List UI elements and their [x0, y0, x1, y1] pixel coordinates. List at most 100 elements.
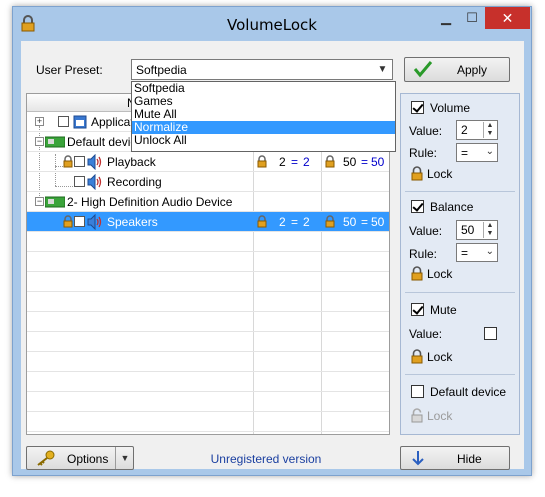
- hide-button[interactable]: Hide: [400, 446, 510, 470]
- lock-icon: [325, 215, 335, 228]
- speaker-icon: [87, 174, 102, 190]
- row-checkbox[interactable]: [74, 176, 85, 187]
- row-name: Playback: [107, 155, 156, 169]
- row-checkbox[interactable]: [74, 216, 85, 227]
- maximize-button[interactable]: ☐: [459, 7, 485, 29]
- balance-value-stepper[interactable]: 50 ▲ ▼: [456, 220, 498, 240]
- mute-lock-label: Lock: [427, 349, 453, 364]
- mute-lock-button[interactable]: Lock: [411, 349, 452, 364]
- table-row: [27, 332, 389, 352]
- application-icon: [73, 115, 87, 129]
- row-name: 2- High Definition Audio Device: [67, 195, 233, 209]
- chevron-down-icon[interactable]: ⌄: [486, 146, 494, 157]
- default-device-label: Default device: [430, 385, 507, 399]
- default-device-lock-button[interactable]: Lock: [411, 408, 452, 423]
- row-checkbox[interactable]: [58, 116, 69, 127]
- lock-icon: [325, 155, 335, 168]
- row-checkbox[interactable]: [74, 156, 85, 167]
- divider: [405, 292, 515, 293]
- spin-arrows-icon[interactable]: ▲ ▼: [483, 222, 496, 238]
- volume-checkbox[interactable]: [411, 101, 424, 114]
- lock-icon[interactable]: [63, 215, 73, 228]
- volume-value: 2: [279, 155, 286, 169]
- table-row: [27, 412, 389, 432]
- row-name: Recording: [107, 175, 162, 189]
- lock-icon: [411, 349, 423, 364]
- volume-lock-label: Lock: [427, 166, 453, 181]
- apply-button[interactable]: Apply: [404, 57, 510, 82]
- lock-icon: [411, 266, 423, 281]
- row-name: Default devic: [67, 135, 137, 149]
- chevron-down-icon[interactable]: ⌄: [486, 246, 494, 257]
- registration-status[interactable]: Unregistered version: [171, 452, 361, 466]
- unlock-icon: [411, 408, 423, 423]
- table-row: [27, 232, 389, 252]
- balance-value-label: Value:: [409, 224, 443, 238]
- balance-checkbox[interactable]: [411, 200, 424, 213]
- volume-value-stepper[interactable]: 2 ▲ ▼: [456, 120, 498, 140]
- hide-label: Hide: [457, 452, 482, 466]
- tree-row-recording[interactable]: Recording: [27, 172, 389, 192]
- volume-rule-label: Rule:: [409, 146, 438, 160]
- expand-icon[interactable]: +: [35, 117, 44, 126]
- sound-card-icon: [45, 136, 65, 148]
- default-device-checkbox[interactable]: [411, 385, 424, 398]
- row-name: Applicati: [91, 115, 137, 129]
- volume-rule-select[interactable]: = ⌄: [456, 143, 498, 162]
- tree-row-hd-audio-device[interactable]: − 2- High Definition Audio Device: [27, 192, 389, 212]
- user-preset-select[interactable]: Softpedia ▼: [131, 59, 393, 80]
- divider: [405, 374, 515, 375]
- user-preset-label: User Preset:: [36, 63, 103, 77]
- tree-row-speakers[interactable]: Speakers 2 = 2 50 = 50: [27, 212, 389, 232]
- chevron-down-icon[interactable]: ▼: [375, 61, 390, 78]
- volume-rule: =: [291, 155, 299, 169]
- divider: [405, 191, 515, 192]
- table-row: [27, 392, 389, 412]
- tree-row-playback[interactable]: Playback 2 = 2 50 = 50: [27, 152, 389, 172]
- chevron-down-icon[interactable]: ▼: [115, 447, 134, 469]
- balance-value-field[interactable]: 50: [461, 223, 474, 237]
- checkmark-icon: [413, 61, 433, 78]
- table-row: [27, 352, 389, 372]
- speaker-icon: [87, 214, 102, 230]
- close-button[interactable]: ✕: [485, 7, 530, 29]
- balance-rule-select[interactable]: = ⌄: [456, 243, 498, 262]
- volume-label: Volume: [430, 101, 471, 115]
- lock-icon: [257, 155, 267, 168]
- balance-lock-button[interactable]: Lock: [411, 266, 452, 281]
- table-row: [27, 272, 389, 292]
- table-row: [27, 252, 389, 272]
- collapse-icon[interactable]: −: [35, 197, 44, 206]
- sound-card-icon: [45, 196, 65, 208]
- collapse-icon[interactable]: −: [35, 137, 44, 146]
- volume-value-field[interactable]: 2: [461, 123, 468, 137]
- default-device-lock-label: Lock: [427, 408, 453, 423]
- lock-icon: [257, 215, 267, 228]
- user-preset-value: Softpedia: [136, 63, 187, 77]
- volume-rule: =: [291, 215, 299, 229]
- table-row: [27, 292, 389, 312]
- preset-dropdown-list: Softpedia Games Mute All Normalize Unloc…: [131, 81, 396, 152]
- spin-arrows-icon[interactable]: ▲ ▼: [483, 122, 496, 138]
- volume-lock-button[interactable]: Lock: [411, 166, 452, 181]
- app-window: VolumeLock ▁ ☐ ✕ User Preset: Softpedia …: [12, 6, 532, 476]
- table-row: [27, 312, 389, 332]
- arrow-down-icon: [412, 451, 424, 466]
- lock-icon[interactable]: [63, 155, 73, 168]
- balance-target: 50: [371, 155, 385, 169]
- volume-value-label: Value:: [409, 124, 443, 138]
- preset-option-unlock-all[interactable]: Unlock All: [132, 134, 395, 147]
- volume-target: 2: [303, 215, 310, 229]
- apply-label: Apply: [457, 63, 488, 77]
- table-row: [27, 372, 389, 392]
- title-bar[interactable]: VolumeLock ▁ ☐ ✕: [13, 7, 531, 41]
- mute-value-checkbox[interactable]: [484, 327, 497, 340]
- balance-rule: =: [361, 215, 369, 229]
- balance-rule-label: Rule:: [409, 247, 438, 261]
- minimize-button[interactable]: ▁: [433, 7, 459, 29]
- mute-checkbox[interactable]: [411, 303, 424, 316]
- balance-value: 50: [343, 215, 357, 229]
- key-icon: [37, 450, 55, 466]
- volume-rule-value: =: [461, 146, 469, 160]
- options-button[interactable]: Options ▼: [26, 446, 134, 470]
